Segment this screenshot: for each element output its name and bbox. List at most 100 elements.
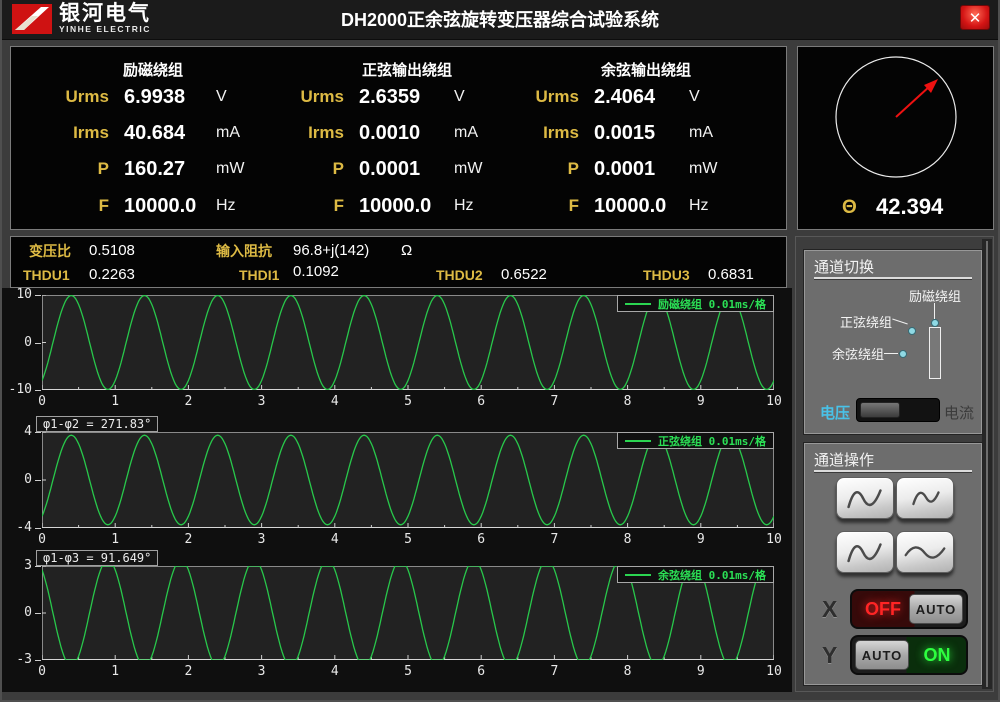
x-axis-toggle-label: X — [822, 596, 837, 623]
y-axis-toggle[interactable]: AUTO ON — [850, 635, 968, 675]
y-on-state[interactable]: ON — [908, 637, 966, 673]
unit-f: Hz — [689, 194, 739, 218]
thdu2-label: THDU2 — [436, 265, 483, 285]
thdi1-value: 0.1092 — [293, 262, 339, 282]
channel-switch-title: 通道切换 — [814, 256, 874, 277]
thdi1-label: THDI1 — [239, 265, 279, 285]
brand-name: 银河电气 — [59, 4, 151, 24]
y-axis-labels: 40-4 — [4, 432, 36, 528]
waveform-key-3[interactable] — [836, 531, 894, 573]
channel-ops-title: 通道操作 — [814, 449, 874, 470]
option-label-cosine: 余弦绕组 — [832, 344, 884, 363]
y-tick-label: 3 — [24, 559, 32, 573]
channel-ops-panel: 通道操作 X — [803, 442, 983, 686]
label-p: P — [31, 157, 109, 181]
y-tick-label: 0 — [24, 336, 32, 350]
sidebar-scrollbar[interactable] — [982, 239, 992, 689]
x-tick-label: 6 — [472, 394, 490, 409]
sine-wave-icon — [837, 478, 893, 519]
voltage-current-toggle[interactable] — [856, 398, 940, 422]
label-urms: Urms — [31, 85, 109, 109]
option-label-sine: 正弦绕组 — [840, 312, 892, 331]
app-window: DH2000正余弦旋转变压器综合试验系统 银河电气 YINHE ELECTRIC… — [0, 0, 1000, 702]
x-tick-label: 10 — [765, 394, 783, 409]
chart-legend[interactable]: 余弦绕组 0.01ms/格 — [617, 566, 774, 583]
unit-f: Hz — [454, 194, 504, 218]
phase-annotation: φ1-φ2 = 271.83° — [36, 416, 158, 432]
phase-dial-panel: Θ 42.394 — [797, 46, 994, 230]
y-axis-labels: 100-10 — [4, 295, 36, 390]
label-f: F — [501, 194, 579, 218]
label-irms: Irms — [31, 121, 109, 145]
x-tick-label: 8 — [619, 664, 637, 679]
chart-legend[interactable]: 正弦绕组 0.01ms/格 — [617, 432, 774, 449]
x-tick-label: 8 — [619, 394, 637, 409]
legend-line-icon — [625, 303, 651, 305]
label-f: F — [266, 194, 344, 218]
x-tick-label: 10 — [765, 532, 783, 547]
x-axis-toggle[interactable]: OFF AUTO — [850, 589, 968, 629]
x-tick-label: 2 — [179, 664, 197, 679]
x-tick-label: 3 — [253, 394, 271, 409]
x-auto-button[interactable]: AUTO — [909, 594, 963, 624]
brand-subtitle: YINHE ELECTRIC — [59, 24, 151, 34]
channel-dot-excitation[interactable] — [931, 319, 939, 327]
unit-irms: mA — [689, 121, 739, 145]
x-tick-label: 0 — [33, 532, 51, 547]
x-tick-label: 3 — [253, 532, 271, 547]
impedance-unit: Ω — [401, 241, 412, 261]
unit-irms: mA — [216, 121, 266, 145]
unit-p: mW — [689, 157, 739, 181]
channel-dot-cosine[interactable] — [899, 350, 907, 358]
channel-dot-sine[interactable] — [908, 327, 916, 335]
label-irms: Irms — [266, 121, 344, 145]
option-label-excitation: 励磁绕组 — [909, 286, 961, 305]
thdu3-value: 0.6831 — [708, 265, 754, 285]
y-tick-label: -3 — [16, 653, 32, 667]
x-tick-label: 1 — [106, 532, 124, 547]
x-tick-label: 5 — [399, 532, 417, 547]
x-tick-label: 10 — [765, 664, 783, 679]
x-axis-labels: 012345678910 — [42, 394, 774, 410]
close-button[interactable]: ✕ — [960, 5, 990, 30]
x-tick-label: 5 — [399, 394, 417, 409]
waveform-key-4[interactable] — [896, 531, 954, 573]
brand-logo-icon — [12, 4, 52, 34]
thdu1-value: 0.2263 — [89, 265, 135, 285]
group-header-excitation: 励磁绕组 — [68, 59, 238, 80]
current-label: 电流 — [944, 402, 974, 423]
waveform-key-1[interactable] — [836, 477, 894, 519]
sine-wave-icon — [837, 532, 893, 573]
unit-urms: V — [454, 85, 504, 109]
theta-value: 42.394 — [876, 194, 943, 220]
x-tick-label: 4 — [326, 532, 344, 547]
toggle-knob — [860, 402, 900, 418]
status-bar: 变压比 0.5108 输入阻抗 96.8+j(142) Ω THDU1 0.22… — [10, 236, 787, 288]
label-p: P — [266, 157, 344, 181]
divider — [814, 470, 972, 472]
y-axis-toggle-label: Y — [822, 642, 837, 669]
label-urms: Urms — [501, 85, 579, 109]
y-tick-label: 0 — [24, 473, 32, 487]
channel-selector-track[interactable] — [929, 327, 941, 379]
window-title: DH2000正余弦旋转变压器综合试验系统 — [2, 0, 998, 40]
label-p: P — [501, 157, 579, 181]
y-auto-button[interactable]: AUTO — [855, 640, 909, 670]
y-tick-label: 4 — [24, 425, 32, 439]
thdu3-label: THDU3 — [643, 265, 690, 285]
impedance-label: 输入阻抗 — [216, 241, 272, 261]
waveform-key-2[interactable] — [896, 477, 954, 519]
thdu2-value: 0.6522 — [501, 265, 547, 285]
x-off-state[interactable]: OFF — [852, 591, 914, 627]
thdu1-label: THDU1 — [23, 265, 70, 285]
legend-label: 正弦绕组 0.01ms/格 — [658, 433, 766, 449]
group-header-sine: 正弦输出绕组 — [307, 59, 507, 80]
x-tick-label: 6 — [472, 532, 490, 547]
x-tick-label: 7 — [545, 664, 563, 679]
x-tick-label: 4 — [326, 394, 344, 409]
chart-legend[interactable]: 励磁绕组 0.01ms/格 — [617, 295, 774, 312]
close-icon: ✕ — [969, 9, 982, 27]
excitation-waveform-chart: 100-10 012345678910 励磁绕组 0.01ms/格 — [42, 295, 774, 390]
connector-line — [884, 353, 898, 354]
voltage-label: 电压 — [820, 402, 850, 423]
